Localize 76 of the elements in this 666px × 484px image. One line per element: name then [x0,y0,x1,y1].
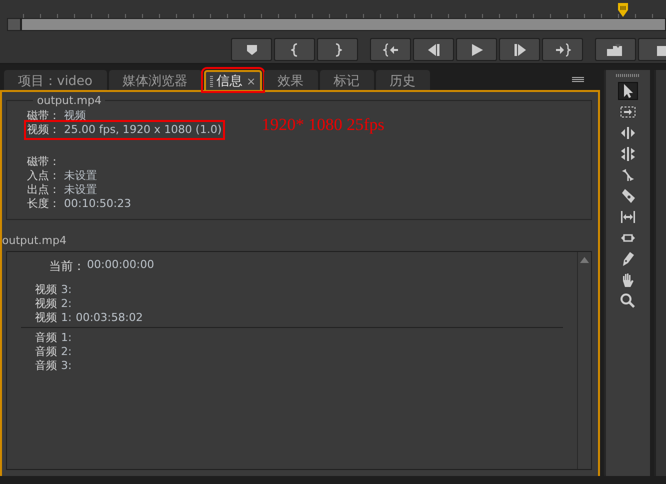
panel-tab[interactable]: 信息 × [204,70,262,90]
ripple-edit-icon [620,125,636,141]
panel-menu-icon[interactable] [572,77,584,82]
scrollbar[interactable] [21,18,666,31]
track-number: 3: [61,359,72,373]
info-label: 视频： [27,123,60,137]
left-brace-icon [290,42,298,56]
transport-button[interactable] [499,38,540,61]
track-value: 00:03:58:02 [76,311,143,325]
step-back-icon [426,42,442,56]
panel-tab[interactable]: 历史 [376,70,430,90]
track-number: 1: [61,311,72,325]
track-label: 音频 [35,345,57,359]
close-icon[interactable]: × [246,74,256,88]
transport-button[interactable] [370,38,411,61]
scrollbar[interactable] [577,252,591,469]
info-value: 视频 [64,109,86,123]
tab-label: 历史 [390,73,416,90]
tab-label: 标记 [334,73,360,90]
grip-icon[interactable] [210,76,213,86]
transport-button[interactable] [456,38,497,61]
info-label: 入点： [27,169,60,183]
track-number: 3: [61,283,72,297]
info-value: 00:00:00:00 [87,258,154,273]
insert-button[interactable] [595,38,636,61]
info-label: 当前： [49,258,85,275]
panel-tab[interactable]: 标记 [320,70,374,90]
tab-label: 效果 [278,73,304,90]
info-label: 磁带： [27,109,60,123]
track-number: 1: [61,331,72,345]
track-label: 视频 [35,283,57,297]
info-label: 出点： [27,183,60,197]
transport-button[interactable] [231,38,272,61]
panel-tab[interactable]: 媒体浏览器 [108,70,202,90]
panel-tab[interactable]: 效果 [264,70,318,90]
playhead-icon[interactable] [617,3,629,17]
overwrite-button[interactable] [638,38,666,61]
transport-button[interactable] [542,38,583,61]
track-number: 2: [61,345,72,359]
info-label: 磁带： [27,155,60,169]
transport-button[interactable] [317,38,358,61]
tab-label: 媒体浏览器 [122,73,188,90]
zoom-icon [620,293,636,309]
razor-icon [620,188,636,204]
info-label: 长度： [27,197,60,211]
go-to-in-icon [382,42,398,56]
info-value: 25.00 fps, 1920 x 1080 (1.0) [64,123,222,137]
right-brace-icon [334,42,342,56]
clip-title: output.mp4 [36,94,102,107]
grip-handle[interactable] [7,18,21,31]
hand-icon [620,272,636,288]
grip-handle[interactable] [616,74,640,77]
rolling-edit-icon [620,146,636,162]
track-label: 音频 [35,359,57,373]
transport-button[interactable] [274,38,315,61]
transport-button[interactable] [413,38,454,61]
tab-label: 项目：video [18,73,93,90]
track-label: 视频 [35,311,57,325]
tool-button[interactable] [618,82,638,100]
slip-icon [620,209,636,225]
info-value: 00:10:50:23 [64,197,132,211]
go-to-out-icon [554,42,570,56]
info-value: 未设置 [64,183,97,197]
step-forward-icon [512,42,528,56]
track-label: 视频 [35,297,57,311]
tab-label: 信息 [216,73,243,90]
tool-button[interactable] [618,208,638,226]
track-select-icon [620,104,636,120]
pen-icon [620,251,636,267]
track-number: 2: [61,297,72,311]
annotation-note: 1920* 1080 25fps [262,114,384,136]
sequence-title: output.mp4 [2,234,68,247]
info-value: 未设置 [64,169,97,183]
track-label: 音频 [35,331,57,345]
scroll-up-icon[interactable] [580,257,589,263]
panel-tab[interactable]: 项目：video [4,70,107,90]
